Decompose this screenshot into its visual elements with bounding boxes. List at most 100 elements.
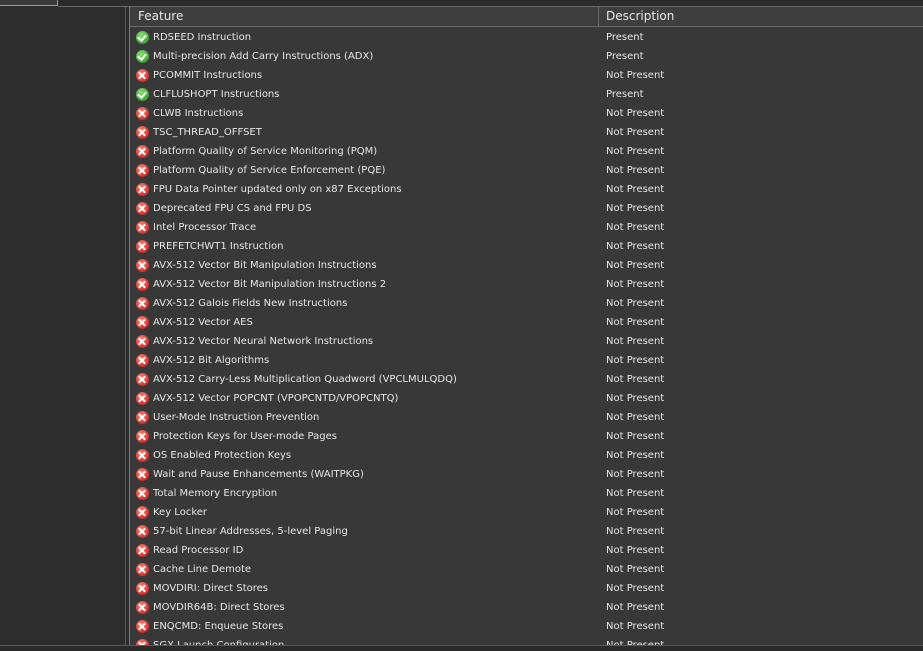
feature-description: Not Present (606, 412, 665, 423)
table-row[interactable]: AVX-512 Vector Bit Manipulation Instruct… (130, 256, 923, 275)
feature-name: AVX-512 Vector Neural Network Instructio… (153, 336, 374, 347)
feature-name: Platform Quality of Service Enforcement … (153, 165, 386, 176)
cross-icon (136, 468, 149, 481)
cross-icon (136, 297, 149, 310)
feature-list[interactable]: Feature Description RDSEED Instruction Pr… (129, 7, 923, 645)
navigation-tree-pane[interactable] (0, 7, 126, 645)
feature-description: Not Present (606, 488, 665, 499)
table-row[interactable]: AVX-512 Vector Neural Network Instructio… (130, 332, 923, 351)
cross-icon (136, 316, 149, 329)
cross-icon (136, 449, 149, 462)
cross-icon (136, 582, 149, 595)
cross-icon (136, 278, 149, 291)
feature-description: Not Present (606, 108, 665, 119)
tab-stub[interactable] (0, 0, 58, 6)
table-row[interactable]: Multi-precision Add Carry Instructions (… (130, 47, 923, 66)
feature-description: Not Present (606, 146, 665, 157)
feature-name: Key Locker (153, 507, 208, 518)
table-row[interactable]: FPU Data Pointer updated only on x87 Exc… (130, 180, 923, 199)
table-row[interactable]: Read Processor ID Not Present (130, 541, 923, 560)
cross-icon (136, 411, 149, 424)
feature-name: Cache Line Demote (153, 564, 252, 575)
feature-name: Multi-precision Add Carry Instructions (… (153, 51, 374, 62)
feature-description: Present (606, 32, 644, 43)
table-row[interactable]: OS Enabled Protection Keys Not Present (130, 446, 923, 465)
column-header-description[interactable]: Description (599, 7, 923, 26)
feature-description: Not Present (606, 602, 665, 613)
table-row[interactable]: PREFETCHWT1 Instruction Not Present (130, 237, 923, 256)
cross-icon (136, 354, 149, 367)
table-row[interactable]: AVX-512 Carry-Less Multiplication Quadwo… (130, 370, 923, 389)
cross-icon (136, 335, 149, 348)
cross-icon (136, 392, 149, 405)
table-row[interactable]: Intel Processor Trace Not Present (130, 218, 923, 237)
table-row[interactable]: PCOMMIT Instructions Not Present (130, 66, 923, 85)
feature-description: Not Present (606, 564, 665, 575)
feature-name: TSC_THREAD_OFFSET (153, 127, 262, 138)
table-row[interactable]: CLWB Instructions Not Present (130, 104, 923, 123)
feature-name: PREFETCHWT1 Instruction (153, 241, 284, 252)
table-row[interactable]: MOVDIRI: Direct Stores Not Present (130, 579, 923, 598)
table-row[interactable]: 57-bit Linear Addresses, 5-level Paging N… (130, 522, 923, 541)
feature-description: Not Present (606, 184, 665, 195)
feature-rows: RDSEED Instruction Present Multi-precision… (130, 28, 923, 645)
feature-name: Platform Quality of Service Monitoring (… (153, 146, 378, 157)
table-row[interactable]: Platform Quality of Service Monitoring (… (130, 142, 923, 161)
cpu-features-window: Feature Description RDSEED Instruction Pr… (0, 0, 923, 651)
feature-description: Not Present (606, 279, 665, 290)
table-row[interactable]: AVX-512 Bit Algorithms Not Present (130, 351, 923, 370)
feature-description: Not Present (606, 165, 665, 176)
table-row[interactable]: AVX-512 Vector POPCNT (VPOPCNTD/VPOPCNTQ… (130, 389, 923, 408)
cross-icon (136, 240, 149, 253)
column-header-feature[interactable]: Feature (130, 7, 599, 26)
feature-name: AVX-512 Bit Algorithms (153, 355, 270, 366)
table-row[interactable]: Deprecated FPU CS and FPU DS Not Present (130, 199, 923, 218)
feature-name: User-Mode Instruction Prevention (153, 412, 320, 423)
table-row[interactable]: TSC_THREAD_OFFSET Not Present (130, 123, 923, 142)
cross-icon (136, 544, 149, 557)
cross-icon (136, 107, 149, 120)
table-row[interactable]: MOVDIR64B: Direct Stores Not Present (130, 598, 923, 617)
table-row[interactable]: User-Mode Instruction Prevention Not Pres… (130, 408, 923, 427)
table-row[interactable]: SGX Launch Configuration Not Present (130, 636, 923, 645)
feature-name: AVX-512 Carry-Less Multiplication Quadwo… (153, 374, 457, 385)
feature-name: ENQCMD: Enqueue Stores (153, 621, 284, 632)
cross-icon (136, 601, 149, 614)
table-row[interactable]: AVX-512 Vector Bit Manipulation Instruct… (130, 275, 923, 294)
cross-icon (136, 202, 149, 215)
feature-name: AVX-512 Vector AES (153, 317, 253, 328)
table-row[interactable]: CLFLUSHOPT Instructions Present (130, 85, 923, 104)
feature-description: Not Present (606, 317, 665, 328)
cross-icon (136, 563, 149, 576)
cross-icon (136, 430, 149, 443)
table-row[interactable]: Protection Keys for User-mode Pages Not P… (130, 427, 923, 446)
table-row[interactable]: ENQCMD: Enqueue Stores Not Present (130, 617, 923, 636)
table-row[interactable]: AVX-512 Galois Fields New Instructions No… (130, 294, 923, 313)
feature-name: AVX-512 Vector Bit Manipulation Instruct… (153, 260, 377, 271)
table-row[interactable]: Total Memory Encryption Not Present (130, 484, 923, 503)
feature-name: Intel Processor Trace (153, 222, 257, 233)
cross-icon (136, 487, 149, 500)
feature-name: Protection Keys for User-mode Pages (153, 431, 337, 442)
table-row[interactable]: Wait and Pause Enhancements (WAITPKG) Not… (130, 465, 923, 484)
feature-description: Not Present (606, 298, 665, 309)
feature-description: Not Present (606, 507, 665, 518)
feature-description: Not Present (606, 621, 665, 632)
feature-description: Not Present (606, 222, 665, 233)
table-row[interactable]: AVX-512 Vector AES Not Present (130, 313, 923, 332)
feature-name: SGX Launch Configuration (153, 636, 284, 645)
table-row[interactable]: Platform Quality of Service Enforcement … (130, 161, 923, 180)
feature-name: Deprecated FPU CS and FPU DS (153, 203, 312, 214)
table-row[interactable]: Cache Line Demote Not Present (130, 560, 923, 579)
table-row[interactable]: RDSEED Instruction Present (130, 28, 923, 47)
table-row[interactable]: Key Locker Not Present (130, 503, 923, 522)
cross-icon (136, 145, 149, 158)
feature-name: FPU Data Pointer updated only on x87 Exc… (153, 184, 402, 195)
feature-description: Not Present (606, 526, 665, 537)
cross-icon (136, 164, 149, 177)
feature-description: Not Present (606, 583, 665, 594)
feature-name: MOVDIR64B: Direct Stores (153, 602, 285, 613)
feature-description: Not Present (606, 127, 665, 138)
cross-icon (136, 126, 149, 139)
feature-description: Not Present (606, 260, 665, 271)
